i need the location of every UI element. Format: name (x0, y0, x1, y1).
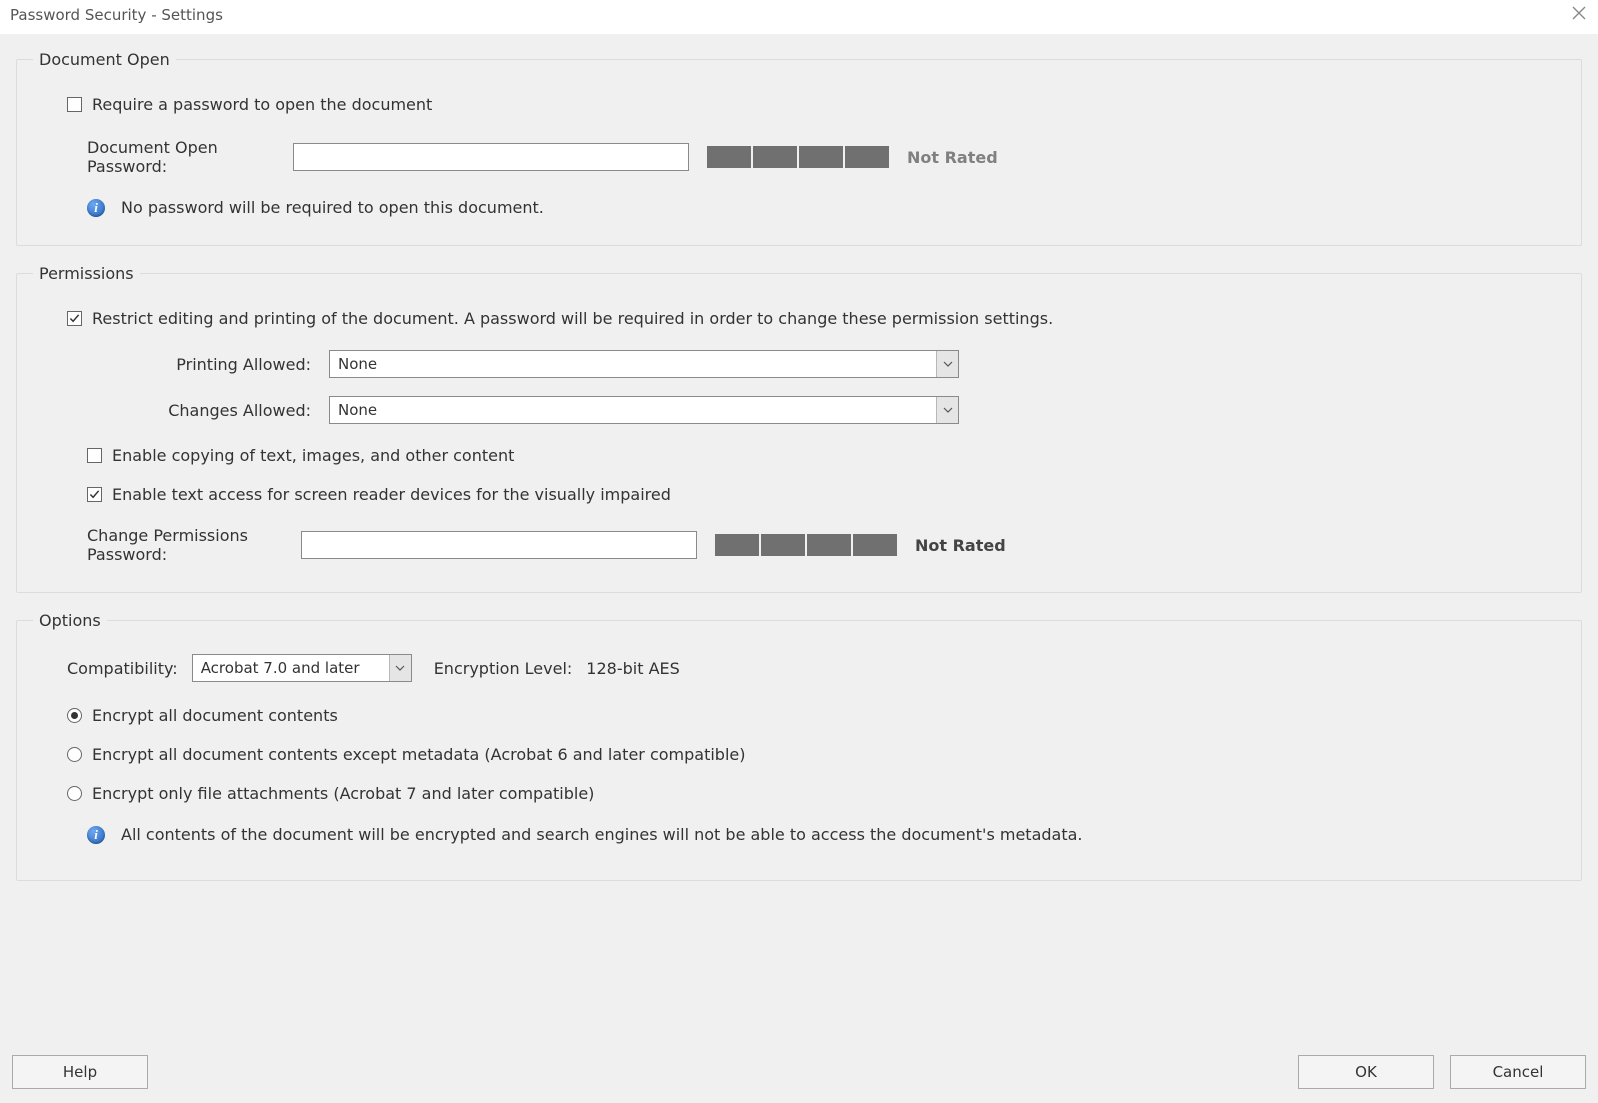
ok-button[interactable]: OK (1298, 1055, 1434, 1089)
group-permissions: Permissions Restrict editing and printin… (16, 264, 1582, 593)
enable-screenreader-label[interactable]: Enable text access for screen reader dev… (112, 485, 671, 504)
changes-allowed-value: None (330, 397, 936, 423)
compatibility-value: Acrobat 7.0 and later (193, 655, 389, 681)
encrypt-all-label[interactable]: Encrypt all document contents (92, 706, 338, 725)
chevron-down-icon (389, 655, 411, 681)
encryption-level-value: 128-bit AES (586, 659, 679, 678)
compatibility-label: Compatibility: (67, 659, 178, 678)
change-permissions-password-input[interactable] (301, 531, 697, 559)
group-document-open-legend: Document Open (33, 50, 176, 69)
permissions-strength-meter (715, 534, 897, 556)
enable-screenreader-checkbox[interactable] (87, 487, 102, 502)
changes-allowed-select[interactable]: None (329, 396, 959, 424)
require-password-checkbox[interactable] (67, 97, 82, 112)
group-permissions-legend: Permissions (33, 264, 140, 283)
printing-allowed-label: Printing Allowed: (41, 355, 311, 374)
group-options-legend: Options (33, 611, 107, 630)
titlebar: Password Security - Settings (0, 0, 1598, 34)
cancel-button[interactable]: Cancel (1450, 1055, 1586, 1089)
info-icon: i (87, 826, 105, 844)
enable-copy-checkbox[interactable] (87, 448, 102, 463)
permissions-strength-text: Not Rated (915, 536, 1006, 555)
help-button[interactable]: Help (12, 1055, 148, 1089)
chevron-down-icon (936, 397, 958, 423)
printing-allowed-value: None (330, 351, 936, 377)
group-document-open: Document Open Require a password to open… (16, 50, 1582, 246)
dialog-body: Document Open Require a password to open… (0, 34, 1598, 1103)
encrypt-except-metadata-label[interactable]: Encrypt all document contents except met… (92, 745, 745, 764)
doc-open-info-text: No password will be required to open thi… (121, 198, 544, 217)
dialog-footer: Help OK Cancel (12, 1055, 1586, 1089)
doc-open-password-input[interactable] (293, 143, 689, 171)
doc-open-password-label: Document Open Password: (87, 138, 293, 176)
encrypt-attachments-only-radio[interactable] (67, 786, 82, 801)
enable-copy-label[interactable]: Enable copying of text, images, and othe… (112, 446, 514, 465)
encrypt-all-radio[interactable] (67, 708, 82, 723)
changes-allowed-label: Changes Allowed: (41, 401, 311, 420)
doc-open-strength-text: Not Rated (907, 148, 998, 167)
doc-open-strength-meter (707, 146, 889, 168)
close-icon[interactable] (1572, 6, 1586, 24)
encryption-level-label: Encryption Level: (434, 659, 573, 678)
change-permissions-password-label: Change Permissions Password: (87, 526, 287, 564)
printing-allowed-select[interactable]: None (329, 350, 959, 378)
window-title: Password Security - Settings (10, 6, 223, 24)
restrict-editing-label[interactable]: Restrict editing and printing of the doc… (92, 309, 1053, 328)
encrypt-except-metadata-radio[interactable] (67, 747, 82, 762)
chevron-down-icon (936, 351, 958, 377)
require-password-label[interactable]: Require a password to open the document (92, 95, 432, 114)
info-icon: i (87, 199, 105, 217)
restrict-editing-checkbox[interactable] (67, 311, 82, 326)
options-info-text: All contents of the document will be enc… (121, 825, 1083, 844)
encrypt-attachments-only-label[interactable]: Encrypt only file attachments (Acrobat 7… (92, 784, 594, 803)
group-options: Options Compatibility: Acrobat 7.0 and l… (16, 611, 1582, 881)
compatibility-select[interactable]: Acrobat 7.0 and later (192, 654, 412, 682)
